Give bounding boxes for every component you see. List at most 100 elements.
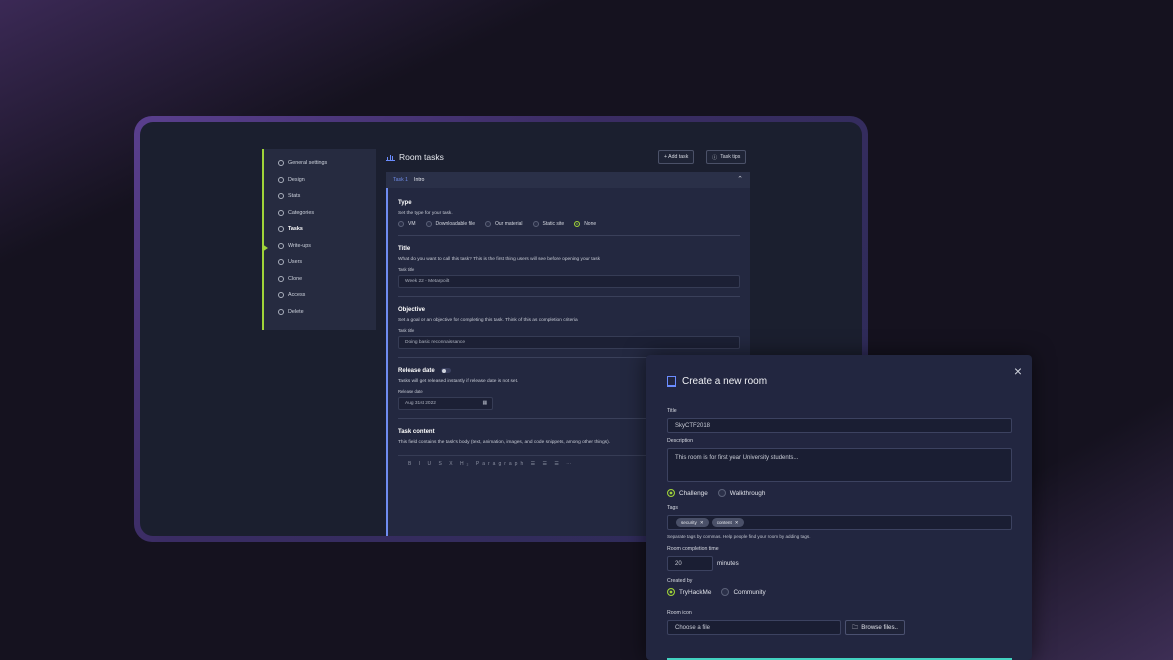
sidebar-item-design[interactable]: Design xyxy=(264,172,376,189)
sidebar-item-categories[interactable]: Categories xyxy=(264,205,376,222)
radio-label: VM xyxy=(408,221,416,227)
radio-selected-icon xyxy=(667,489,675,497)
completion-time-input[interactable]: 20 xyxy=(667,556,713,571)
tags-hint: Separate tags by commas. Help people fin… xyxy=(667,534,811,539)
modal-title: Create a new room xyxy=(667,376,1012,387)
sidebar-item-label: Tasks xyxy=(288,226,303,233)
task-accordion-header[interactable]: Task 1 Intro ⌃ xyxy=(386,172,750,188)
objective-label: Task title xyxy=(398,328,415,333)
room-icon-row: Choose a file 🗀 Browse files.. xyxy=(667,620,1012,635)
users-icon xyxy=(278,259,284,266)
objective-description: Set a goal or an objective for completin… xyxy=(398,318,578,323)
sidebar-item-label: General settings xyxy=(288,160,328,167)
tasks-header: Room tasks + Add task ⓘ Task tips xyxy=(386,150,750,166)
created-by-group: Created by TryHackMe Community xyxy=(667,578,1012,596)
release-date-input[interactable]: Aug 31st 2022 ▦ xyxy=(398,397,493,411)
room-type-challenge[interactable]: Challenge xyxy=(667,489,708,497)
completion-label: Room completion time xyxy=(667,546,719,552)
objective-heading: Objective xyxy=(398,307,426,313)
sidebar-item-label: Design xyxy=(288,176,305,183)
tag-label: security xyxy=(681,520,697,525)
radio-label: Walkthrough xyxy=(729,489,766,497)
title-heading: Title xyxy=(398,246,411,252)
sidebar-item-delete[interactable]: Delete xyxy=(264,304,376,321)
sidebar-item-access[interactable]: Access xyxy=(264,287,376,304)
task-name: Intro xyxy=(414,177,425,183)
release-date-toggle[interactable] xyxy=(440,368,451,373)
room-type-walkthrough[interactable]: Walkthrough xyxy=(717,489,766,497)
radio-label: Community xyxy=(733,588,766,596)
radio-label: Static site xyxy=(542,221,565,227)
tags-input[interactable]: security ✕ content ✕ xyxy=(667,515,1012,530)
sidebar-item-label: Stats xyxy=(288,193,301,200)
sidebar-item-users[interactable]: Users xyxy=(264,254,376,271)
settings-sidebar: General settings Design Stats Categories… xyxy=(262,149,376,330)
task-title-label: Task title xyxy=(398,267,415,272)
chart-icon xyxy=(278,193,284,200)
browse-files-button[interactable]: 🗀 Browse files.. xyxy=(845,620,905,635)
sidebar-item-tasks[interactable]: Tasks xyxy=(264,221,376,238)
release-date-value: Aug 31st 2022 xyxy=(405,401,436,407)
radio-icon xyxy=(425,221,432,227)
room-title-input[interactable]: SkyCTF2018 xyxy=(667,418,1012,433)
sidebar-item-stats[interactable]: Stats xyxy=(264,188,376,205)
divider xyxy=(398,235,740,236)
sidebar-item-label: Delete xyxy=(288,308,304,315)
browse-label: Browse files.. xyxy=(861,624,898,631)
task-title-input[interactable]: Week 22 - Metarpoilt xyxy=(398,275,740,288)
description-group: Description This room is for first year … xyxy=(667,438,1012,482)
divider xyxy=(398,296,740,297)
tag-label: content xyxy=(716,520,732,525)
room-type-options: Challenge Walkthrough xyxy=(667,489,1012,497)
sidebar-item-label: Users xyxy=(288,259,303,266)
created-by-options: TryHackMe Community xyxy=(667,588,1012,596)
description-textarea[interactable]: This room is for first year University s… xyxy=(667,448,1012,482)
type-option-none[interactable]: None xyxy=(574,221,596,227)
room-icon-file-input[interactable]: Choose a file xyxy=(667,620,841,635)
description-label: Description xyxy=(667,438,693,444)
objective-input[interactable]: Doing basic reconnaissance xyxy=(398,336,740,349)
radio-icon xyxy=(717,489,726,497)
type-option-downloadable[interactable]: Downloadable file xyxy=(425,221,475,227)
add-task-button[interactable]: + Add task xyxy=(658,150,695,164)
type-description: Set the type for your task. xyxy=(398,211,453,216)
type-option-our-material[interactable]: Our material xyxy=(484,221,523,227)
page-title: Room tasks xyxy=(386,152,444,162)
title-label: Title xyxy=(667,408,677,414)
task-tips-label: Task tips xyxy=(720,154,741,160)
sidebar-item-clone[interactable]: Clone xyxy=(264,271,376,288)
tags-group: Tags security ✕ content ✕ Separate tags by… xyxy=(667,505,1012,539)
minutes-label: minutes xyxy=(717,560,739,567)
chevron-up-icon[interactable]: ⌃ xyxy=(737,175,743,183)
type-option-static-site[interactable]: Static site xyxy=(532,221,565,227)
sidebar-item-label: Write-ups xyxy=(288,242,311,249)
type-heading: Type xyxy=(398,200,412,206)
radio-icon xyxy=(721,588,730,596)
release-heading-text: Release date xyxy=(398,368,435,375)
palette-icon xyxy=(278,176,284,183)
objective-section: Objective Set a goal or an objective for… xyxy=(398,307,740,349)
lock-icon xyxy=(278,292,284,299)
bar-chart-icon xyxy=(386,154,395,161)
created-by-label: Created by xyxy=(667,578,693,584)
close-icon[interactable]: × xyxy=(1014,363,1022,379)
page-title-text: Room tasks xyxy=(399,152,444,162)
tags-label: Tags xyxy=(667,505,678,511)
info-icon: ⓘ xyxy=(712,154,718,161)
created-by-community[interactable]: Community xyxy=(721,588,766,596)
calendar-icon: ▦ xyxy=(482,401,487,407)
title-section: Title What do you want to call this task… xyxy=(398,246,740,288)
type-section: Type Set the type for your task. VM Down… xyxy=(398,200,740,227)
task-tips-button[interactable]: ⓘ Task tips xyxy=(706,150,747,164)
type-option-vm[interactable]: VM xyxy=(398,221,416,227)
create-room-modal: × Create a new room Title SkyCTF2018 Des… xyxy=(646,355,1032,660)
add-task-label: + Add task xyxy=(664,154,689,160)
sidebar-item-label: Clone xyxy=(288,275,303,282)
created-by-tryhackme[interactable]: TryHackMe xyxy=(667,588,711,596)
remove-tag-icon[interactable]: ✕ xyxy=(735,520,739,526)
sidebar-item-write-ups[interactable]: Write-ups xyxy=(264,238,376,255)
radio-selected-icon xyxy=(574,221,581,227)
sidebar-item-general-settings[interactable]: General settings xyxy=(264,155,376,172)
remove-tag-icon[interactable]: ✕ xyxy=(700,520,704,526)
radio-label: Downloadable file xyxy=(435,221,475,227)
